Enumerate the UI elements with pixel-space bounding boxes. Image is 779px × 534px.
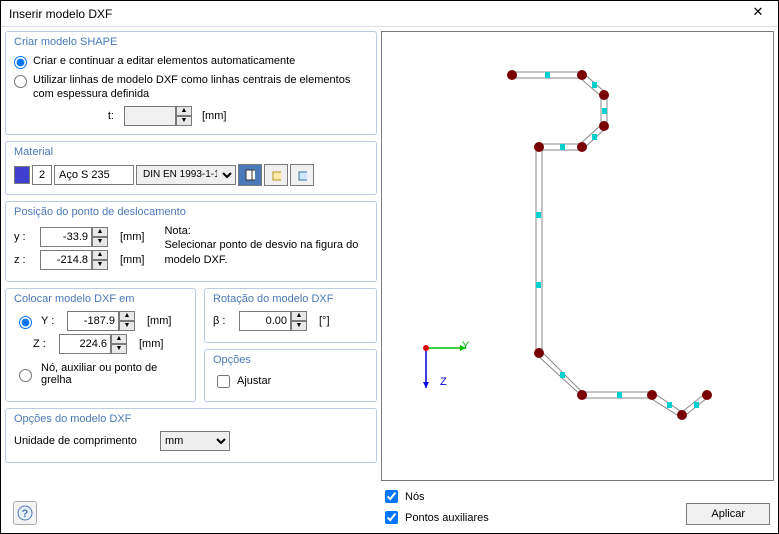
radio-place-yz[interactable] bbox=[19, 316, 32, 329]
place-y-up[interactable]: ▲ bbox=[119, 311, 135, 321]
axis-y-label: Y bbox=[462, 340, 469, 352]
disp-y-up[interactable]: ▲ bbox=[92, 227, 108, 237]
adjust-checkbox[interactable] bbox=[217, 375, 230, 388]
group-dxf-options: Opções do modelo DXF Unidade de comprime… bbox=[5, 408, 377, 463]
disp-z-label: z : bbox=[14, 254, 34, 266]
group-displacement-title: Posição do ponto de deslocamento bbox=[14, 206, 368, 218]
place-z-input[interactable] bbox=[59, 334, 111, 354]
titlebar: Inserir modelo DXF ✕ bbox=[1, 1, 778, 27]
disp-z-down[interactable]: ▼ bbox=[92, 260, 108, 270]
disp-z-up[interactable]: ▲ bbox=[92, 250, 108, 260]
library-button[interactable] bbox=[238, 164, 262, 186]
t-label: t: bbox=[34, 110, 114, 122]
new-material-button[interactable] bbox=[264, 164, 288, 186]
disp-y-label: y : bbox=[14, 231, 34, 243]
nodes-checkbox[interactable] bbox=[385, 490, 398, 503]
disp-note-text: Selecionar ponto de desvio na figura do … bbox=[164, 238, 368, 268]
radio-centerlines[interactable] bbox=[14, 75, 27, 88]
disp-note: Nota: Selecionar ponto de desvio na figu… bbox=[164, 224, 368, 273]
disp-y-input[interactable] bbox=[40, 227, 92, 247]
material-number[interactable]: 2 bbox=[32, 165, 52, 185]
group-options: Opções Ajustar bbox=[204, 349, 377, 402]
group-displacement: Posição do ponto de deslocamento y : ▲▼ … bbox=[5, 201, 377, 282]
place-y-down[interactable]: ▼ bbox=[119, 321, 135, 331]
group-shape-title: Criar modelo SHAPE bbox=[14, 36, 368, 48]
group-material-title: Material bbox=[14, 146, 368, 158]
preview-canvas[interactable]: Y Z bbox=[381, 31, 774, 481]
group-rotation-title: Rotação do modelo DXF bbox=[213, 293, 368, 305]
radio-place-node-label: Nó, auxiliar ou ponto de grelha bbox=[41, 362, 187, 386]
beta-unit: [°] bbox=[319, 315, 330, 327]
place-z-unit: [mm] bbox=[139, 338, 163, 350]
disp-z-input[interactable] bbox=[40, 250, 92, 270]
axis-z-label: Z bbox=[440, 376, 447, 388]
group-dxf-options-title: Opções do modelo DXF bbox=[14, 413, 368, 425]
length-unit-label: Unidade de comprimento bbox=[14, 435, 154, 447]
nodes-label: Nós bbox=[405, 491, 425, 503]
place-y-unit: [mm] bbox=[147, 315, 171, 327]
disp-note-label: Nota: bbox=[164, 224, 368, 239]
place-y-label: Y : bbox=[41, 315, 61, 327]
close-button[interactable]: ✕ bbox=[746, 4, 770, 24]
group-placement-title: Colocar modelo DXF em bbox=[14, 293, 187, 305]
length-unit-select[interactable]: mm bbox=[160, 431, 230, 451]
dxf-shape-icon bbox=[382, 32, 762, 452]
apply-button[interactable]: Aplicar bbox=[686, 503, 770, 525]
t-input bbox=[124, 106, 176, 126]
group-placement: Colocar modelo DXF em Y : ▲▼ [mm] Z : bbox=[5, 288, 196, 402]
group-material: Material 2 Aço S 235 DIN EN 1993-1-1 bbox=[5, 141, 377, 195]
group-rotation: Rotação do modelo DXF β : ▲▼ [°] bbox=[204, 288, 377, 343]
radio-auto-elements[interactable] bbox=[14, 56, 27, 69]
adjust-label: Ajustar bbox=[237, 375, 271, 387]
radio-auto-label: Criar e continuar a editar elementos aut… bbox=[33, 54, 368, 68]
place-y-input[interactable] bbox=[67, 311, 119, 331]
disp-y-unit: [mm] bbox=[120, 231, 144, 243]
place-z-down[interactable]: ▼ bbox=[111, 344, 127, 354]
t-unit: [mm] bbox=[202, 110, 226, 122]
t-spin-down: ▼ bbox=[176, 116, 192, 126]
place-z-up[interactable]: ▲ bbox=[111, 334, 127, 344]
group-shape: Criar modelo SHAPE Criar e continuar a e… bbox=[5, 31, 377, 135]
beta-input[interactable] bbox=[239, 311, 291, 331]
beta-up[interactable]: ▲ bbox=[291, 311, 307, 321]
help-icon: ? bbox=[17, 505, 33, 521]
window-title: Inserir modelo DXF bbox=[9, 7, 746, 21]
radio-centerlines-label: Utilizar linhas de modelo DXF como linha… bbox=[33, 73, 368, 102]
beta-label: β : bbox=[213, 315, 233, 327]
material-color-swatch[interactable] bbox=[14, 166, 30, 184]
help-button[interactable]: ? bbox=[13, 501, 37, 525]
disp-y-down[interactable]: ▼ bbox=[92, 237, 108, 247]
beta-down[interactable]: ▼ bbox=[291, 321, 307, 331]
edit-material-button[interactable] bbox=[290, 164, 314, 186]
radio-place-node[interactable] bbox=[19, 369, 32, 382]
disp-z-unit: [mm] bbox=[120, 254, 144, 266]
t-spin-up: ▲ bbox=[176, 106, 192, 116]
group-options-title: Opções bbox=[213, 354, 368, 366]
material-name[interactable]: Aço S 235 bbox=[54, 165, 134, 185]
place-z-label: Z : bbox=[33, 338, 53, 350]
svg-text:?: ? bbox=[22, 508, 29, 520]
material-norm-select[interactable]: DIN EN 1993-1-1 bbox=[136, 165, 236, 185]
